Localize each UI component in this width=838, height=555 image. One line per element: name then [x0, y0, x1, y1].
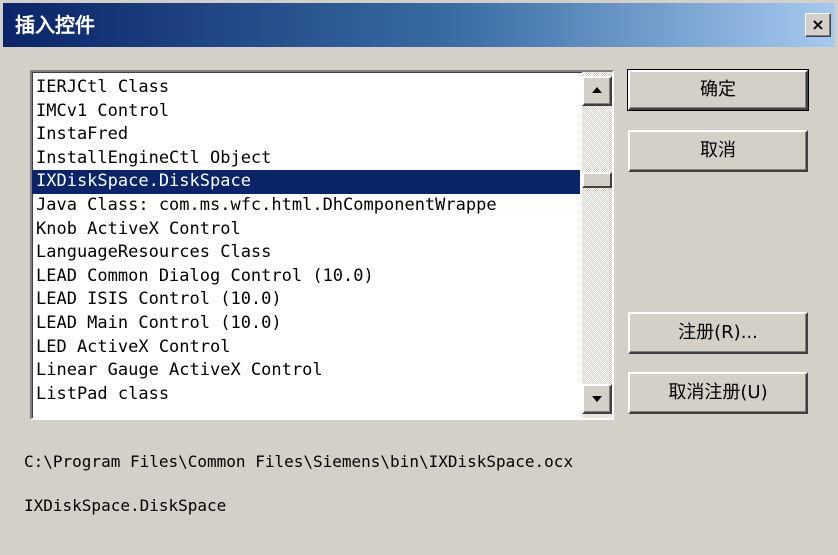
list-item[interactable]: Linear Gauge ActiveX Control — [32, 359, 580, 383]
list-item[interactable]: LEAD ISIS Control (10.0) — [32, 288, 580, 312]
list-item[interactable]: IERJCtl Class — [32, 76, 580, 100]
ok-button[interactable]: 确定 — [627, 69, 809, 111]
list-item[interactable]: LanguageResources Class — [32, 241, 580, 265]
triangle-up-icon — [592, 87, 602, 93]
control-listbox[interactable]: IERJCtl Class IMCv1 Control InstaFred In… — [30, 70, 614, 420]
scroll-thumb[interactable] — [582, 172, 612, 188]
scroll-up-button[interactable] — [582, 76, 612, 106]
unregister-button[interactable]: 取消注册(U) — [628, 372, 808, 414]
control-list: IERJCtl Class IMCv1 Control InstaFred In… — [32, 76, 580, 406]
list-item[interactable]: InstallEngineCtl Object — [32, 147, 580, 171]
vertical-scrollbar[interactable] — [582, 72, 612, 418]
list-item[interactable]: LEAD Common Dialog Control (10.0) — [32, 265, 580, 289]
window-title: 插入控件 — [15, 13, 95, 37]
list-item[interactable]: InstaFred — [32, 123, 580, 147]
list-item[interactable]: LED ActiveX Control — [32, 336, 580, 360]
insert-control-dialog: 插入控件 × IERJCtl Class IMCv1 Control Insta… — [0, 0, 838, 555]
scroll-down-button[interactable] — [582, 384, 612, 414]
register-button[interactable]: 注册(R)... — [628, 312, 808, 354]
triangle-down-icon — [592, 396, 602, 402]
list-item[interactable]: IMCv1 Control — [32, 100, 580, 124]
list-item-selected[interactable]: IXDiskSpace.DiskSpace — [32, 170, 580, 194]
close-button[interactable]: × — [805, 13, 831, 37]
list-item[interactable]: Knob ActiveX Control — [32, 218, 580, 242]
list-item[interactable]: LEAD Main Control (10.0) — [32, 312, 580, 336]
cancel-button[interactable]: 取消 — [628, 130, 808, 172]
close-icon: × — [811, 15, 825, 34]
title-bar[interactable]: 插入控件 × — [3, 3, 835, 47]
control-class-name: IXDiskSpace.DiskSpace — [24, 496, 227, 515]
list-item[interactable]: ListPad class — [32, 383, 580, 407]
control-file-path: C:\Program Files\Common Files\Siemens\bi… — [24, 452, 574, 471]
list-item[interactable]: Java Class: com.ms.wfc.html.DhComponentW… — [32, 194, 580, 218]
